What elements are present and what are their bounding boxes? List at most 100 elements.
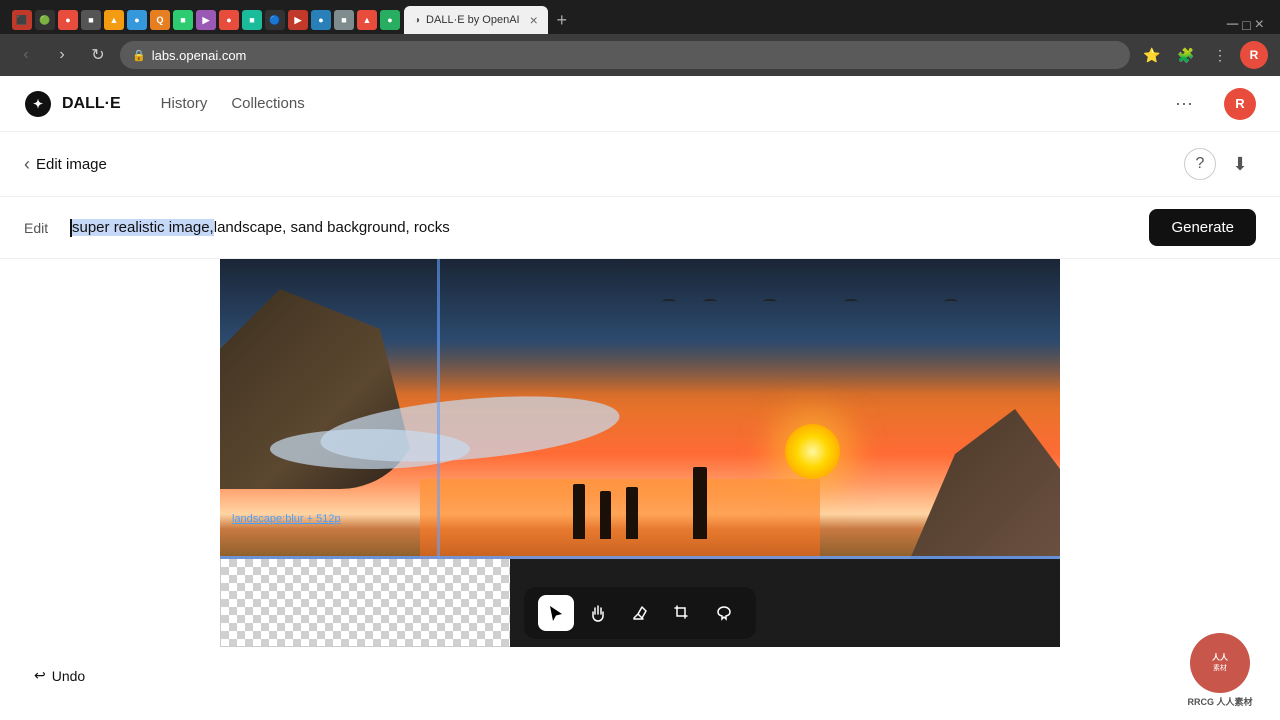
edit-image-title: Edit image	[36, 156, 107, 173]
favicon-8: ■	[173, 10, 193, 30]
window-minimize-button[interactable]: ─	[1227, 16, 1238, 34]
forward-button[interactable]: ›	[48, 41, 76, 69]
lasso-icon	[715, 604, 733, 622]
top-nav: ✦ DALL·E History Collections ··· R	[0, 76, 1280, 132]
canvas-area: landscape:blur + 512p	[220, 259, 1060, 647]
help-button[interactable]: ?	[1184, 148, 1216, 180]
collections-nav-link[interactable]: Collections	[231, 91, 304, 116]
active-tab[interactable]: ◑ DALL·E by OpenAI ×	[404, 6, 548, 34]
person-3	[626, 487, 638, 539]
watermark: 人人 素材 RRCG 人人素材	[1170, 630, 1270, 710]
app-name: DALL·E	[62, 95, 121, 113]
undo-area: ↩ Undo	[24, 661, 95, 690]
back-button[interactable]: ‹	[12, 41, 40, 69]
logo-area: ✦ DALL·E	[24, 90, 121, 118]
favicon-14: ●	[311, 10, 331, 30]
selection-line	[220, 556, 1060, 559]
active-tab-label: DALL·E by OpenAI	[426, 14, 520, 26]
bird-3	[763, 299, 777, 304]
edit-mode-label: Edit	[24, 220, 54, 236]
selection-line-v	[437, 259, 440, 559]
tab-close-button[interactable]: ×	[530, 12, 538, 28]
hand-tool-button[interactable]	[580, 595, 616, 631]
browser-tabs-row: ⬛ 🟢 ● ■ ▲ ● Q ■ ▶ ● ■ 🔵 ▶ ● ■ ▲ ● ◑ DALL…	[0, 0, 1280, 34]
svg-text:人人: 人人	[1212, 652, 1229, 662]
favicon-6: ●	[127, 10, 147, 30]
birds-area	[660, 289, 960, 311]
favicon-4: ■	[81, 10, 101, 30]
prompt-bar: Edit super realistic image, landscape, s…	[0, 197, 1280, 259]
silhouettes	[220, 467, 1060, 539]
favicon-7: Q	[150, 10, 170, 30]
crop-icon	[673, 604, 691, 622]
bird-2	[703, 299, 717, 304]
favicon-15: ■	[334, 10, 354, 30]
undo-icon: ↩	[34, 667, 46, 684]
favicon-13: ▶	[288, 10, 308, 30]
back-arrow-icon: ‹	[24, 154, 30, 175]
window-close-button[interactable]: ×	[1255, 16, 1264, 34]
lock-icon: 🔒	[132, 49, 146, 62]
hand-icon	[589, 604, 607, 622]
favicon-row: ⬛ 🟢 ● ■ ▲ ● Q ■ ▶ ● ■ 🔵 ▶ ● ■ ▲ ●	[8, 6, 404, 34]
extensions-button[interactable]: 🧩	[1172, 41, 1200, 69]
prompt-normal-text: landscape, sand background, rocks	[214, 219, 450, 236]
favicon-1: ⬛	[12, 10, 32, 30]
person-1	[573, 484, 585, 539]
bird-5	[944, 299, 958, 304]
generate-button[interactable]: Generate	[1149, 209, 1256, 246]
browser-profile-button[interactable]: R	[1240, 41, 1268, 69]
eraser-tool-button[interactable]	[622, 595, 658, 631]
bottom-toolbar	[524, 587, 756, 639]
prompt-highlighted-text: super realistic image,	[72, 219, 214, 236]
window-maximize-button[interactable]: □	[1242, 17, 1250, 33]
nav-more-button[interactable]: ···	[1168, 88, 1200, 120]
active-tab-icon: ◑	[414, 15, 420, 26]
favicon-9: ▶	[196, 10, 216, 30]
undo-button[interactable]: ↩ Undo	[24, 661, 95, 690]
image-overlay-text: landscape:blur + 512p	[232, 513, 341, 525]
edit-header: ‹ Edit image ? ⬇	[0, 132, 1280, 197]
back-to-gallery-button[interactable]: ‹ Edit image	[24, 154, 107, 175]
person-4	[693, 467, 707, 539]
favicon-17: ●	[380, 10, 400, 30]
checker-canvas	[220, 559, 510, 647]
nav-profile-button[interactable]: R	[1224, 88, 1256, 120]
download-button[interactable]: ⬇	[1224, 148, 1256, 180]
watermark-text: RRCG 人人素材	[1188, 695, 1253, 708]
lasso-tool-button[interactable]	[706, 595, 742, 631]
browser-toolbar-actions: ⭐ 🧩 ⋮ R	[1138, 41, 1268, 69]
select-tool-button[interactable]	[538, 595, 574, 631]
address-bar[interactable]: 🔒 labs.openai.com	[120, 41, 1130, 69]
watermark-logo: 人人 素材	[1190, 633, 1250, 693]
menu-button[interactable]: ⋮	[1206, 41, 1234, 69]
svg-text:素材: 素材	[1213, 663, 1227, 672]
reload-button[interactable]: ↻	[84, 41, 112, 69]
favicon-3: ●	[58, 10, 78, 30]
window-controls: ─ □ ×	[1219, 16, 1272, 34]
bird-1	[662, 299, 676, 304]
history-nav-link[interactable]: History	[161, 91, 208, 116]
address-text: labs.openai.com	[152, 48, 247, 63]
main-image: landscape:blur + 512p	[220, 259, 1060, 559]
undo-label: Undo	[52, 668, 85, 684]
browser-chrome: ⬛ 🟢 ● ■ ▲ ● Q ■ ▶ ● ■ 🔵 ▶ ● ■ ▲ ● ◑ DALL…	[0, 0, 1280, 76]
favicon-5: ▲	[104, 10, 124, 30]
crop-tool-button[interactable]	[664, 595, 700, 631]
new-tab-button[interactable]: +	[548, 6, 576, 34]
favicon-12: 🔵	[265, 10, 285, 30]
bookmark-button[interactable]: ⭐	[1138, 41, 1166, 69]
content-area: ‹ Edit image ? ⬇ Edit super realistic im…	[0, 132, 1280, 720]
watermark-icon: 人人 素材	[1200, 643, 1240, 683]
wave-2	[270, 429, 470, 469]
openai-logo-icon: ✦	[24, 90, 52, 118]
svg-text:✦: ✦	[33, 97, 43, 111]
prompt-input[interactable]: super realistic image, landscape, sand b…	[70, 219, 1133, 237]
bird-4	[844, 299, 858, 304]
favicon-2: 🟢	[35, 10, 55, 30]
favicon-11: ■	[242, 10, 262, 30]
app-content: ✦ DALL·E History Collections ··· R ‹ Edi…	[0, 76, 1280, 720]
select-icon	[547, 604, 565, 622]
eraser-icon	[631, 604, 649, 622]
favicon-16: ▲	[357, 10, 377, 30]
